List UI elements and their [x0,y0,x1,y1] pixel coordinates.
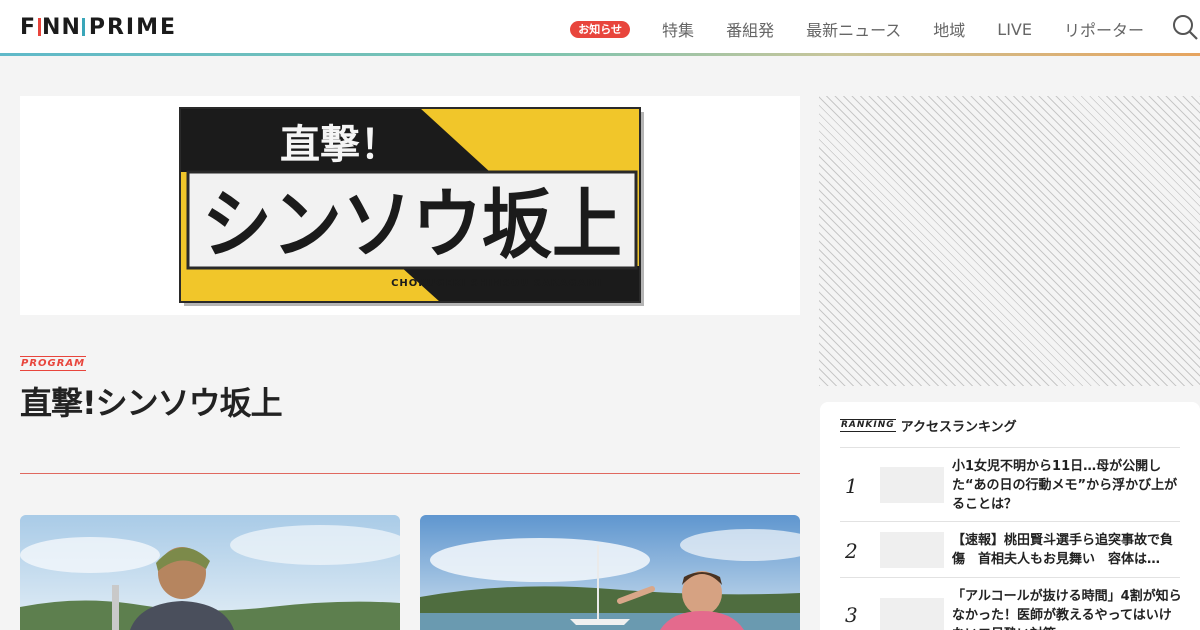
rank-thumbnail [880,532,944,568]
banner-sub-text: CHOKUGEKI SHINSOU SAKAGAMI [391,278,602,289]
notice-badge[interactable]: お知らせ [570,20,631,38]
logo-mark-red [38,18,42,36]
rank-number: 3 [845,603,858,627]
rank-title: 小1女児不明から11日…母が公開した“あの日の行動メモ”から浮かび上がることは？ [952,459,1178,512]
nav-item-reporter[interactable]: リポーター [1064,17,1144,41]
title-divider [20,473,800,474]
article-card[interactable] [420,515,800,630]
ranking-item[interactable]: 1 小1女児不明から11日…母が公開した“あの日の行動メモ”から浮かび上がること… [840,447,1180,521]
nav-item-latest-news[interactable]: 最新ニュース [806,17,901,41]
nav-item-live[interactable]: LIVE [997,20,1032,39]
nav-item-programs[interactable]: 番組発 [726,17,774,41]
page-title: 直撃!シンソウ坂上 [20,384,283,422]
rank-title: 「アルコールが抜ける時間」4割が知らなかった！医師が教えるやってはいけない二日酔… [952,589,1182,630]
nav-item-features[interactable]: 特集 [662,17,694,41]
logo-middle: NN [42,14,81,40]
logo-mark-teal [81,18,85,36]
search-icon [1173,15,1198,40]
rank-thumbnail [880,598,944,630]
main-nav: お知らせ 特集 番組発 最新ニュース 地域 LIVE リポーター [570,17,1144,41]
banner-main-text: シンソウ坂上 [202,180,622,269]
banner-top-text: 直撃！ [280,122,400,168]
article-card[interactable] [20,515,400,630]
site-logo[interactable]: F NN PRIME [20,14,178,40]
program-label: PROGRAM [20,356,87,371]
rank-number: 2 [845,539,858,563]
ranking-label-ja: アクセスランキング [900,420,1017,435]
site-header: F NN PRIME お知らせ 特集 番組発 最新ニュース 地域 LIVE リポ… [0,0,1200,54]
logo-prefix: F [20,14,38,40]
ranking-header: RANKING アクセスランキング [840,416,1017,435]
rank-number: 1 [845,474,858,498]
program-hero-image: 直撃！ シンソウ坂上 CHOKUGEKI SHINSOU SAKAGAMI [20,96,800,315]
article-thumbnail [20,515,400,630]
logo-suffix: PRIME [88,14,178,40]
ranking-item[interactable]: 2 【速報】桃田賢斗選手ら追突事故で負傷 首相夫人もお見舞い 容体は… [840,521,1180,577]
ranking-label-en: RANKING [840,419,896,432]
article-thumbnail [420,515,800,630]
header-color-stripe [0,53,1200,56]
ad-placeholder [819,96,1200,386]
ranking-item[interactable]: 3 「アルコールが抜ける時間」4割が知らなかった！医師が教えるやってはいけない二… [840,577,1182,630]
ranking-panel: RANKING アクセスランキング 1 小1女児不明から11日…母が公開した“あ… [820,402,1200,630]
program-logo-banner: 直撃！ シンソウ坂上 CHOKUGEKI SHINSOU SAKAGAMI [179,107,644,306]
rank-thumbnail [880,467,944,503]
rank-title: 【速報】桃田賢斗選手ら追突事故で負傷 首相夫人もお見舞い 容体は… [952,533,1174,567]
search-button[interactable] [1172,14,1198,40]
nav-item-region[interactable]: 地域 [933,17,965,41]
